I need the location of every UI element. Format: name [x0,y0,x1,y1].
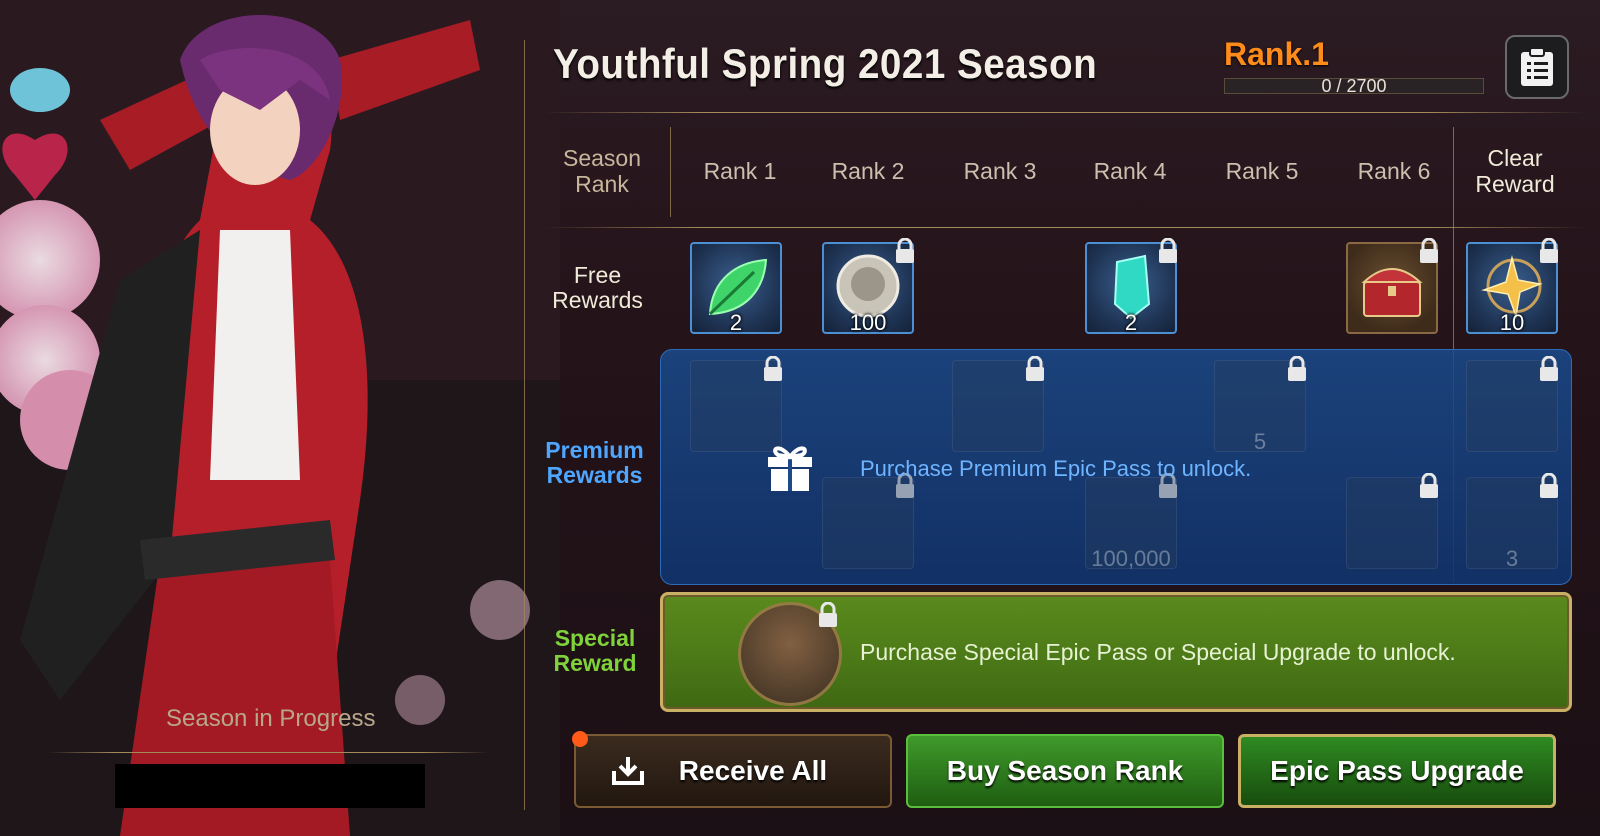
lock-icon [764,356,782,381]
premium-unlock-message: Purchase Premium Epic Pass to unlock. [860,456,1252,481]
left-frame-line [524,40,525,810]
lock-icon [1420,238,1438,263]
epic-pass-upgrade-label: Epic Pass Upgrade [1270,755,1524,786]
season-status: Season in Progress [166,705,376,732]
free-reward-rank-1[interactable]: 2 [690,242,782,335]
special-unlock-message: Purchase Special Epic Pass or Special Up… [860,639,1456,665]
header-season-rank: Season Rank [562,145,641,197]
rank-progress-text: 0 / 2700 [1321,76,1387,96]
premium-reward-qty: 5 [1253,429,1267,454]
free-reward-qty: 100 [849,310,887,335]
lock-icon [1540,473,1558,498]
free-reward-qty: 10 [1499,310,1525,335]
header-rank-6: Rank 6 [1357,158,1431,184]
header-divider [545,227,1585,228]
header-rank-1: Rank 1 [703,158,777,184]
header-rank-4: Rank 4 [1093,158,1167,184]
season-title: Youthful Spring 2021 Season [553,40,1098,87]
free-reward-qty: 2 [729,310,743,335]
clipboard-icon [1521,47,1553,86]
lock-icon [1540,238,1558,263]
download-icon [612,757,644,785]
special-reward-label: Special Reward [553,625,637,676]
lock-icon [1420,473,1438,498]
buy-season-rank-label: Buy Season Rank [946,755,1184,786]
receive-all-button[interactable]: Receive All [574,734,892,808]
receive-all-label: Receive All [678,755,828,786]
status-divider [48,752,488,753]
buy-season-rank-button[interactable]: Buy Season Rank [906,734,1224,808]
epic-pass-upgrade-button[interactable]: Epic Pass Upgrade [1238,734,1556,808]
gift-icon [768,446,812,491]
premium-reward-qty: 3 [1505,546,1519,571]
header-clear-reward: Clear Reward [1475,145,1555,197]
black-bar [115,764,425,808]
premium-reward-qty: 100,000 [1091,546,1171,571]
rank-progress-bar: 0 / 2700 [1224,76,1484,96]
header-rank-5: Rank 5 [1225,158,1299,184]
lock-icon [819,602,837,627]
title-divider [545,112,1585,113]
lock-icon [896,238,914,263]
lock-icon [1026,356,1044,381]
free-rewards-label: Free Rewards [552,262,643,313]
free-reward-qty: 2 [1124,310,1138,335]
lock-icon [1288,356,1306,381]
rank-label: Rank.1 [1224,36,1329,72]
notification-badge [572,731,588,747]
rank-display: Rank.1 0 / 2700 [1210,34,1484,98]
header-rank-2: Rank 2 [831,158,905,184]
mission-list-button[interactable] [1505,35,1569,99]
lock-icon [1159,238,1177,263]
header-rank-3: Rank 3 [963,158,1037,184]
premium-rewards-label: Premium Rewards [545,437,644,488]
season-rank-divider [670,127,671,217]
lock-icon [1540,356,1558,381]
